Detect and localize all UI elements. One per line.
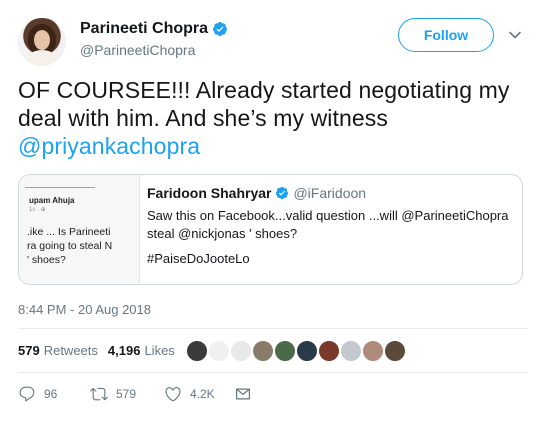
author-display-name[interactable]: Parineeti Chopra xyxy=(80,20,208,38)
follow-button[interactable]: Follow xyxy=(398,18,494,52)
tweet-stats: 579 Retweets 4,196 Likes xyxy=(18,343,175,358)
liker-avatar[interactable] xyxy=(362,340,384,362)
direct-message-action[interactable] xyxy=(234,385,260,403)
divider xyxy=(18,372,528,373)
reply-icon xyxy=(19,386,35,402)
reply-count: 96 xyxy=(44,387,58,401)
tweet-text-main: OF COURSEE!!! Already started negotiatin… xyxy=(18,77,510,131)
quoted-author-handle: @iFaridoon xyxy=(293,185,367,201)
thumbnail-divider xyxy=(25,187,95,188)
liker-avatar[interactable] xyxy=(318,340,340,362)
verified-badge-icon xyxy=(276,186,289,200)
liker-avatar[interactable] xyxy=(384,340,406,362)
quoted-tweet-card[interactable]: upam Ahuja 1s · ⊕ .ike ... Is Parineeti … xyxy=(18,174,523,285)
tweet-actions: 96 579 4.2K xyxy=(18,385,278,405)
retweets-stat[interactable]: 579 Retweets xyxy=(18,343,98,358)
mention-link[interactable]: @priyankachopra xyxy=(18,133,200,159)
like-count: 4.2K xyxy=(190,387,215,401)
tweet-text: OF COURSEE!!! Already started negotiatin… xyxy=(18,76,518,160)
author-handle[interactable]: @ParineetiChopra xyxy=(80,42,195,58)
likes-stat[interactable]: 4,196 Likes xyxy=(108,343,175,358)
tweet-header: Parineeti Chopra @ParineetiChopra Follow xyxy=(18,16,528,66)
likes-count: 4,196 xyxy=(107,343,141,358)
thumbnail-meta: 1s · ⊕ xyxy=(29,207,46,213)
author-name-row[interactable]: Parineeti Chopra xyxy=(80,20,228,38)
divider xyxy=(18,328,528,329)
thumbnail-name: upam Ahuja xyxy=(29,196,75,205)
like-action[interactable]: 4.2K xyxy=(164,385,215,403)
liker-avatar[interactable] xyxy=(296,340,318,362)
reply-action[interactable]: 96 xyxy=(18,385,57,403)
tweet-timestamp[interactable]: 8:44 PM - 20 Aug 2018 xyxy=(18,302,151,317)
author-avatar[interactable] xyxy=(18,18,66,66)
quoted-author-name: Faridoon Shahryar xyxy=(147,185,272,201)
heart-icon xyxy=(165,387,181,402)
liker-avatar[interactable] xyxy=(274,340,296,362)
verified-badge-icon xyxy=(213,22,228,36)
quoted-tweet-thumbnail[interactable]: upam Ahuja 1s · ⊕ .ike ... Is Parineeti … xyxy=(19,175,140,284)
liker-avatars xyxy=(186,340,426,362)
quoted-tweet-header: Faridoon Shahryar @iFaridoon xyxy=(147,185,517,201)
liker-avatar[interactable] xyxy=(252,340,274,362)
retweet-icon xyxy=(90,387,108,401)
chevron-down-icon[interactable] xyxy=(508,28,522,42)
retweets-count: 579 xyxy=(18,343,40,358)
quoted-tweet-text: Saw this on Facebook...valid question ..… xyxy=(147,208,509,241)
envelope-icon xyxy=(236,388,250,400)
liker-avatar[interactable] xyxy=(208,340,230,362)
thumbnail-text: .ike ... Is Parineeti ra going to steal … xyxy=(27,226,113,266)
likes-label: Likes xyxy=(144,343,175,358)
quoted-tweet-hashtag: #PaiseDoJooteLo xyxy=(147,251,250,266)
quoted-tweet-body: Faridoon Shahryar @iFaridoon Saw this on… xyxy=(147,185,517,266)
liker-avatar[interactable] xyxy=(186,340,208,362)
retweet-action[interactable]: 579 xyxy=(90,385,136,403)
retweet-count: 579 xyxy=(116,387,137,401)
liker-avatar[interactable] xyxy=(340,340,362,362)
liker-avatar[interactable] xyxy=(230,340,252,362)
retweets-label: Retweets xyxy=(43,343,98,358)
